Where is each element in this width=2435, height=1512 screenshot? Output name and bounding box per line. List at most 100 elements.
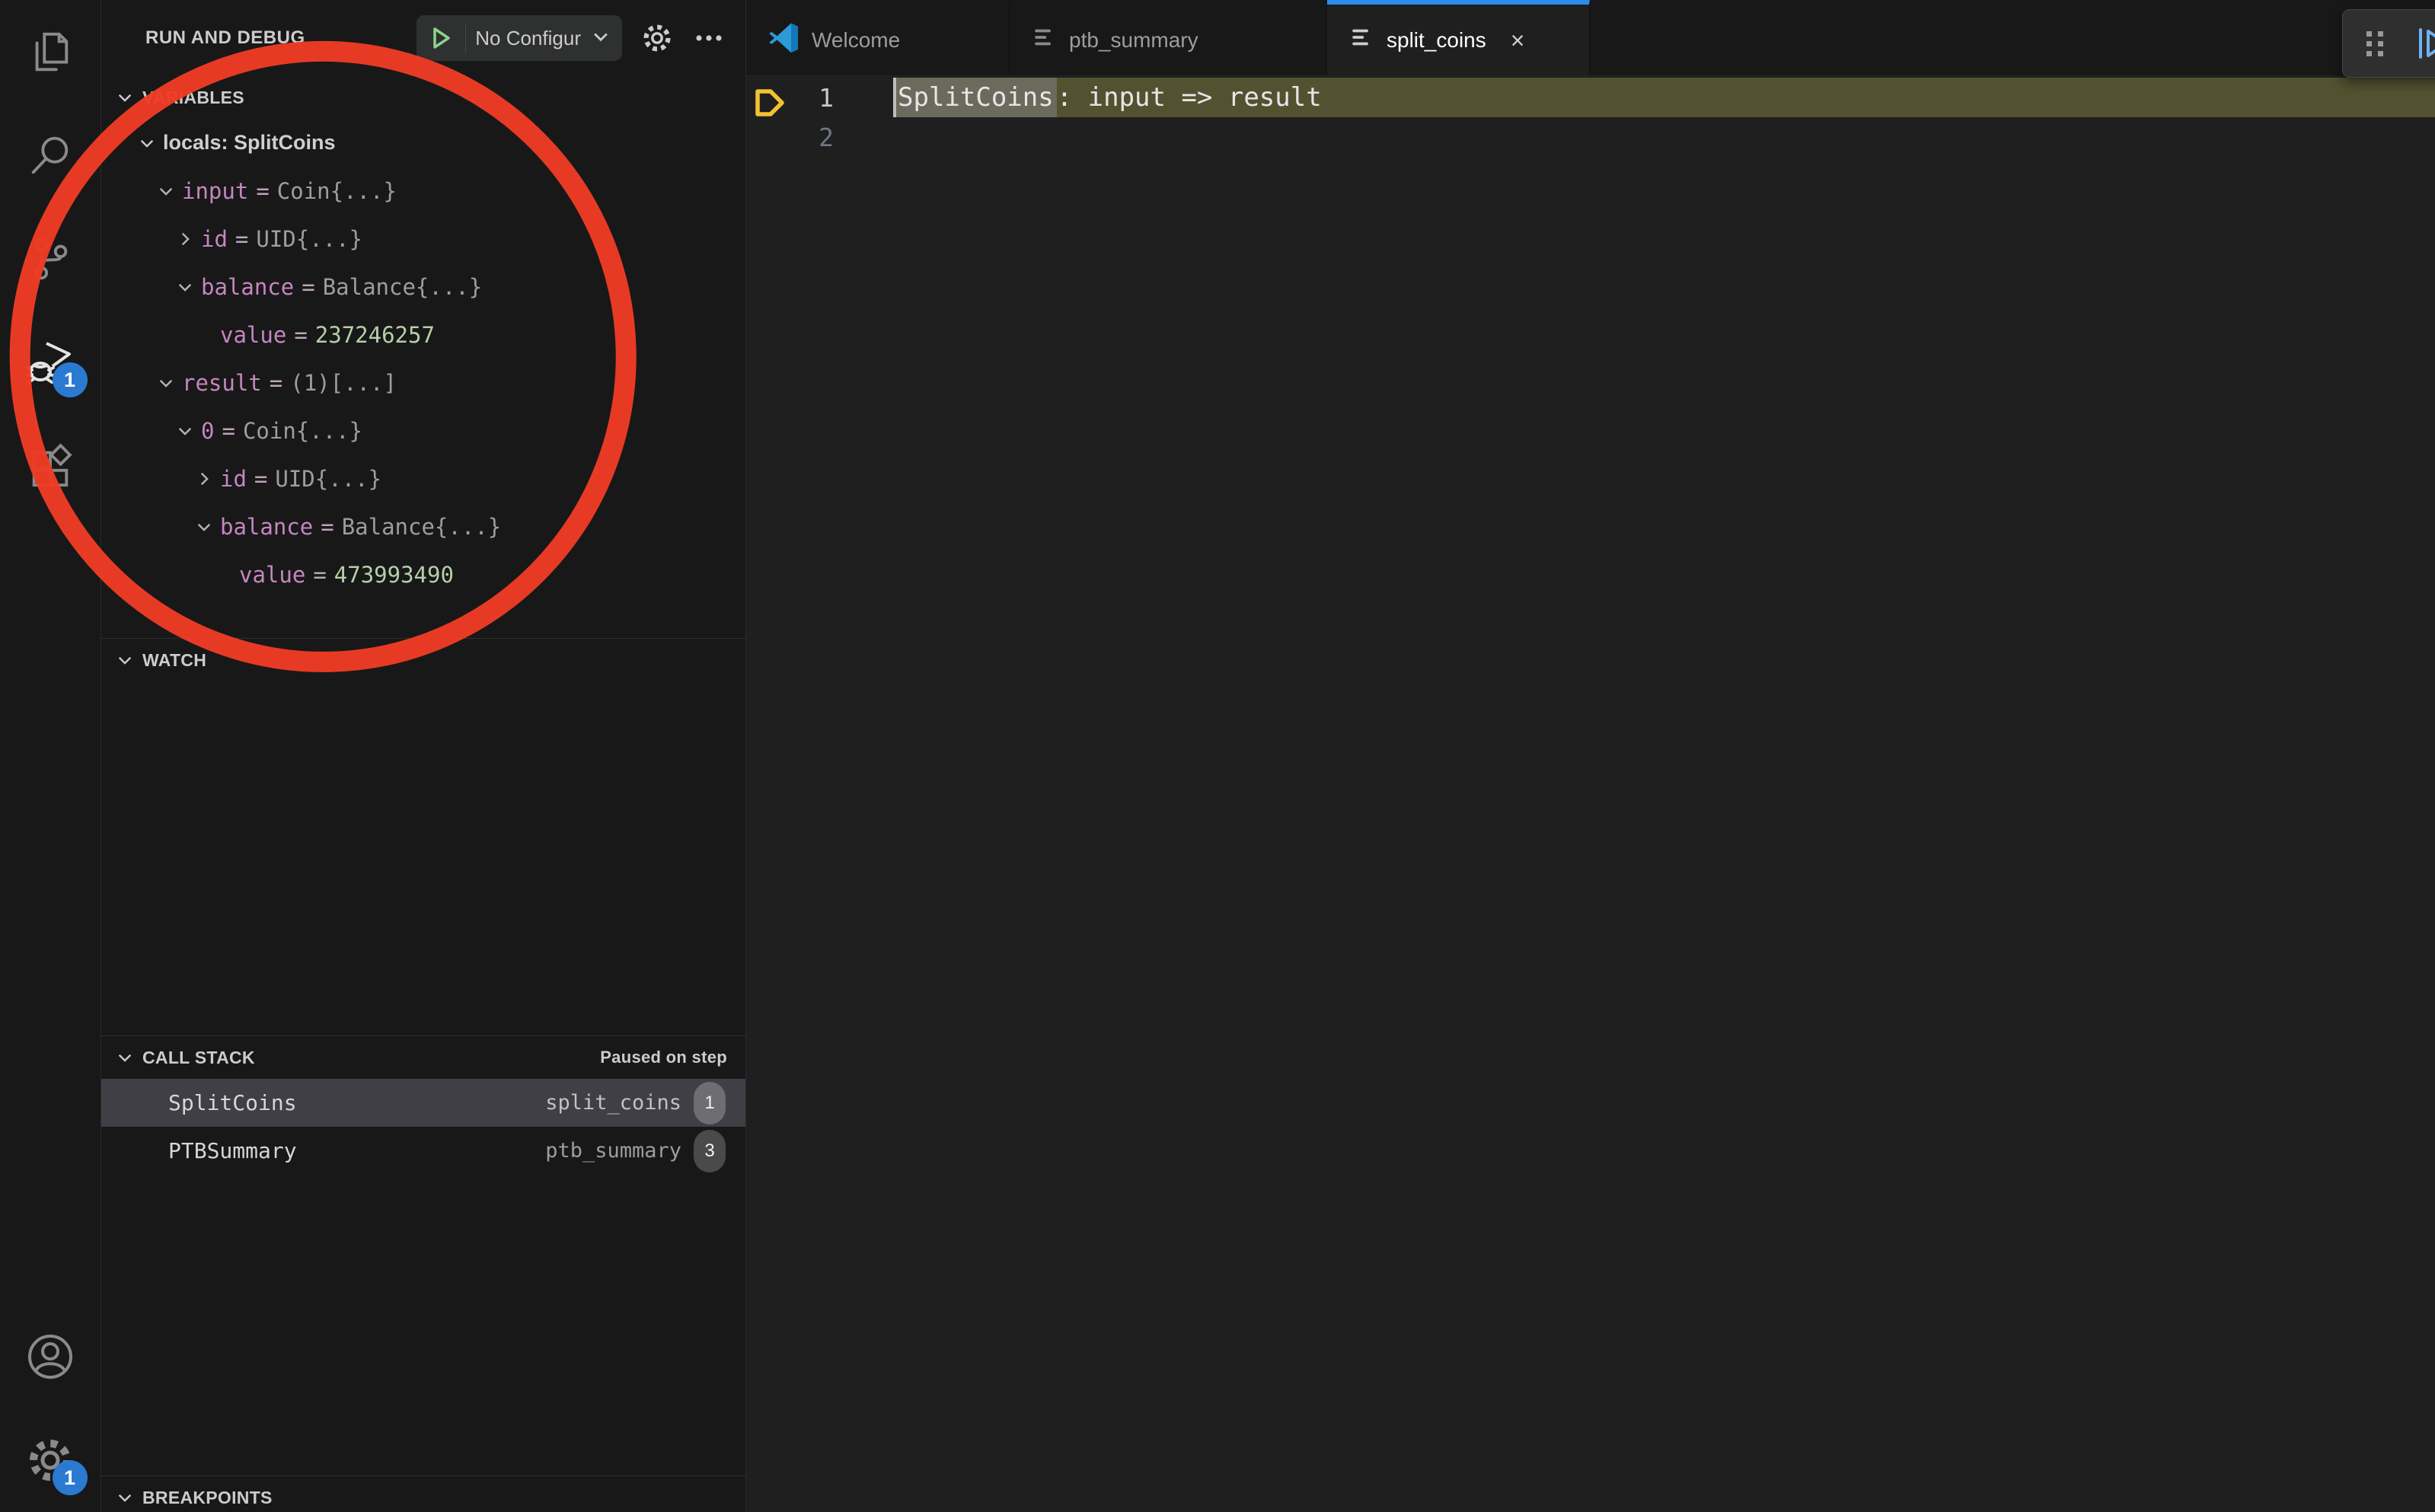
extensions-icon — [27, 442, 74, 490]
sidebar-item-search[interactable] — [0, 104, 101, 207]
sidebar-item-source-control[interactable] — [0, 207, 101, 311]
tab-label: ptb_summary — [1069, 28, 1198, 53]
word-highlight: SplitCoins — [893, 78, 1057, 117]
equals-sign: = — [319, 514, 335, 540]
toolbar-grip-icon[interactable] — [2360, 24, 2390, 63]
variable-row[interactable]: input = Coin{...} — [101, 167, 745, 215]
variable-value: Coin{...} — [277, 178, 397, 204]
list-icon — [1348, 24, 1374, 56]
close-icon[interactable]: × — [1511, 28, 1525, 53]
watch-section: WATCH — [101, 638, 745, 1035]
frame-line-badge: 3 — [694, 1130, 726, 1172]
list-icon — [1031, 24, 1057, 56]
stack-frame[interactable]: SplitCoins split_coins 1 — [101, 1079, 745, 1127]
chevron-down-icon[interactable] — [137, 133, 157, 153]
variable-row[interactable]: value = 473993490 — [101, 550, 745, 598]
equals-sign: = — [253, 466, 269, 492]
variable-name: id — [220, 466, 247, 492]
chevron-right-icon[interactable] — [175, 229, 195, 249]
config-dropdown[interactable]: No Configur — [475, 27, 581, 50]
equals-sign: = — [254, 178, 270, 204]
variable-row[interactable]: balance = Balance{...} — [101, 502, 745, 550]
tab-split-coins[interactable]: split_coins × — [1327, 0, 1590, 75]
debug-config-control: No Configur — [416, 15, 622, 61]
sidebar-item-extensions[interactable] — [0, 414, 101, 518]
equals-sign: = — [234, 226, 250, 252]
line-number: 2 — [819, 123, 834, 152]
account-icon — [26, 1332, 75, 1381]
tab-ptb-summary[interactable]: ptb_summary — [1010, 0, 1327, 75]
variable-row[interactable]: value = 237246257 — [101, 311, 745, 359]
editor-gutter[interactable]: 1 — [746, 83, 893, 113]
config-separator — [465, 23, 466, 53]
variable-name: balance — [201, 274, 294, 300]
variables-label: VARIABLES — [142, 88, 244, 108]
editor-line[interactable]: 2 — [746, 117, 2435, 157]
account-button[interactable] — [0, 1305, 101, 1408]
tab-welcome[interactable]: Welcome — [746, 0, 1010, 75]
activity-bar: 1 — [0, 0, 101, 1512]
more-actions-icon[interactable] — [692, 18, 726, 58]
chevron-down-icon — [115, 88, 135, 107]
code-editor[interactable]: 1 SplitCoins: input => result 2 — [746, 76, 2435, 1512]
variable-name: value — [239, 562, 305, 588]
variable-row[interactable]: id = UID{...} — [101, 455, 745, 502]
frame-line-badge: 1 — [694, 1082, 726, 1124]
chevron-down-icon[interactable] — [590, 26, 611, 51]
variable-value: 473993490 — [334, 562, 454, 588]
sidebar-header: RUN AND DEBUG No Configur — [101, 0, 745, 76]
tab-bar: Welcome ptb_summary split_coins × — [746, 0, 2435, 76]
variable-value: Balance{...} — [342, 514, 502, 540]
frame-file: ptb_summary — [545, 1139, 681, 1163]
debug-current-line[interactable]: SplitCoins: input => result — [893, 78, 2435, 117]
chevron-down-icon — [115, 650, 135, 670]
variable-row[interactable]: balance = Balance{...} — [101, 263, 745, 311]
frame-name: SplitCoins — [168, 1090, 297, 1115]
tab-label: split_coins — [1387, 28, 1486, 53]
start-debug-button[interactable] — [426, 18, 456, 58]
frame-name: PTBSummary — [168, 1138, 297, 1163]
equals-sign: = — [220, 418, 236, 444]
call-stack-header[interactable]: CALL STACK Paused on step — [101, 1036, 745, 1079]
debug-toolbar — [2342, 9, 2435, 78]
settings-button[interactable]: 1 — [0, 1408, 101, 1512]
variable-name: value — [220, 322, 286, 348]
variable-name: input — [182, 178, 248, 204]
sidebar-item-explorer[interactable] — [0, 0, 101, 104]
variable-row[interactable]: locals: SplitCoins — [101, 119, 745, 167]
run-and-debug-sidebar: RUN AND DEBUG No Configur — [101, 0, 746, 1512]
editor-area: Welcome ptb_summary split_coins × — [746, 0, 2435, 1512]
chevron-down-icon[interactable] — [175, 421, 195, 441]
chevron-down-icon[interactable] — [156, 181, 176, 201]
equals-sign: = — [268, 370, 284, 396]
equals-sign: = — [300, 274, 316, 300]
editor-line[interactable]: 1 SplitCoins: input => result — [746, 78, 2435, 117]
breakpoints-header[interactable]: BREAKPOINTS — [101, 1476, 745, 1512]
variable-name: id — [201, 226, 228, 252]
watch-header[interactable]: WATCH — [101, 639, 745, 681]
sidebar-item-run-and-debug[interactable]: 1 — [0, 311, 101, 414]
chevron-down-icon[interactable] — [175, 277, 195, 297]
variables-header[interactable]: VARIABLES — [101, 76, 745, 119]
chevron-down-icon[interactable] — [156, 373, 176, 393]
call-stack-section: CALL STACK Paused on step SplitCoins spl… — [101, 1035, 745, 1475]
variable-row[interactable]: id = UID{...} — [101, 215, 745, 263]
editor-gutter[interactable]: 2 — [746, 123, 893, 152]
scope-label: locals: SplitCoins — [163, 131, 336, 155]
frame-file: split_coins — [545, 1091, 681, 1115]
files-icon — [27, 28, 74, 75]
variable-row[interactable]: 0 = Coin{...} — [101, 407, 745, 455]
chevron-down-icon[interactable] — [194, 517, 214, 537]
variable-value: UID{...} — [256, 226, 362, 252]
code-keyword: SplitCoins — [898, 82, 1054, 113]
call-stack-label: CALL STACK — [142, 1048, 255, 1068]
variable-value: (1)[...] — [290, 370, 397, 396]
debug-settings-gear-icon[interactable] — [637, 18, 677, 58]
watch-label: WATCH — [142, 650, 206, 671]
stack-frame[interactable]: PTBSummary ptb_summary 3 — [101, 1127, 745, 1175]
continue-button[interactable] — [2413, 24, 2435, 63]
current-frame-arrow-icon — [752, 87, 787, 125]
chevron-right-icon[interactable] — [194, 469, 214, 489]
variable-row[interactable]: result = (1)[...] — [101, 359, 745, 407]
variable-value: Balance{...} — [323, 274, 483, 300]
